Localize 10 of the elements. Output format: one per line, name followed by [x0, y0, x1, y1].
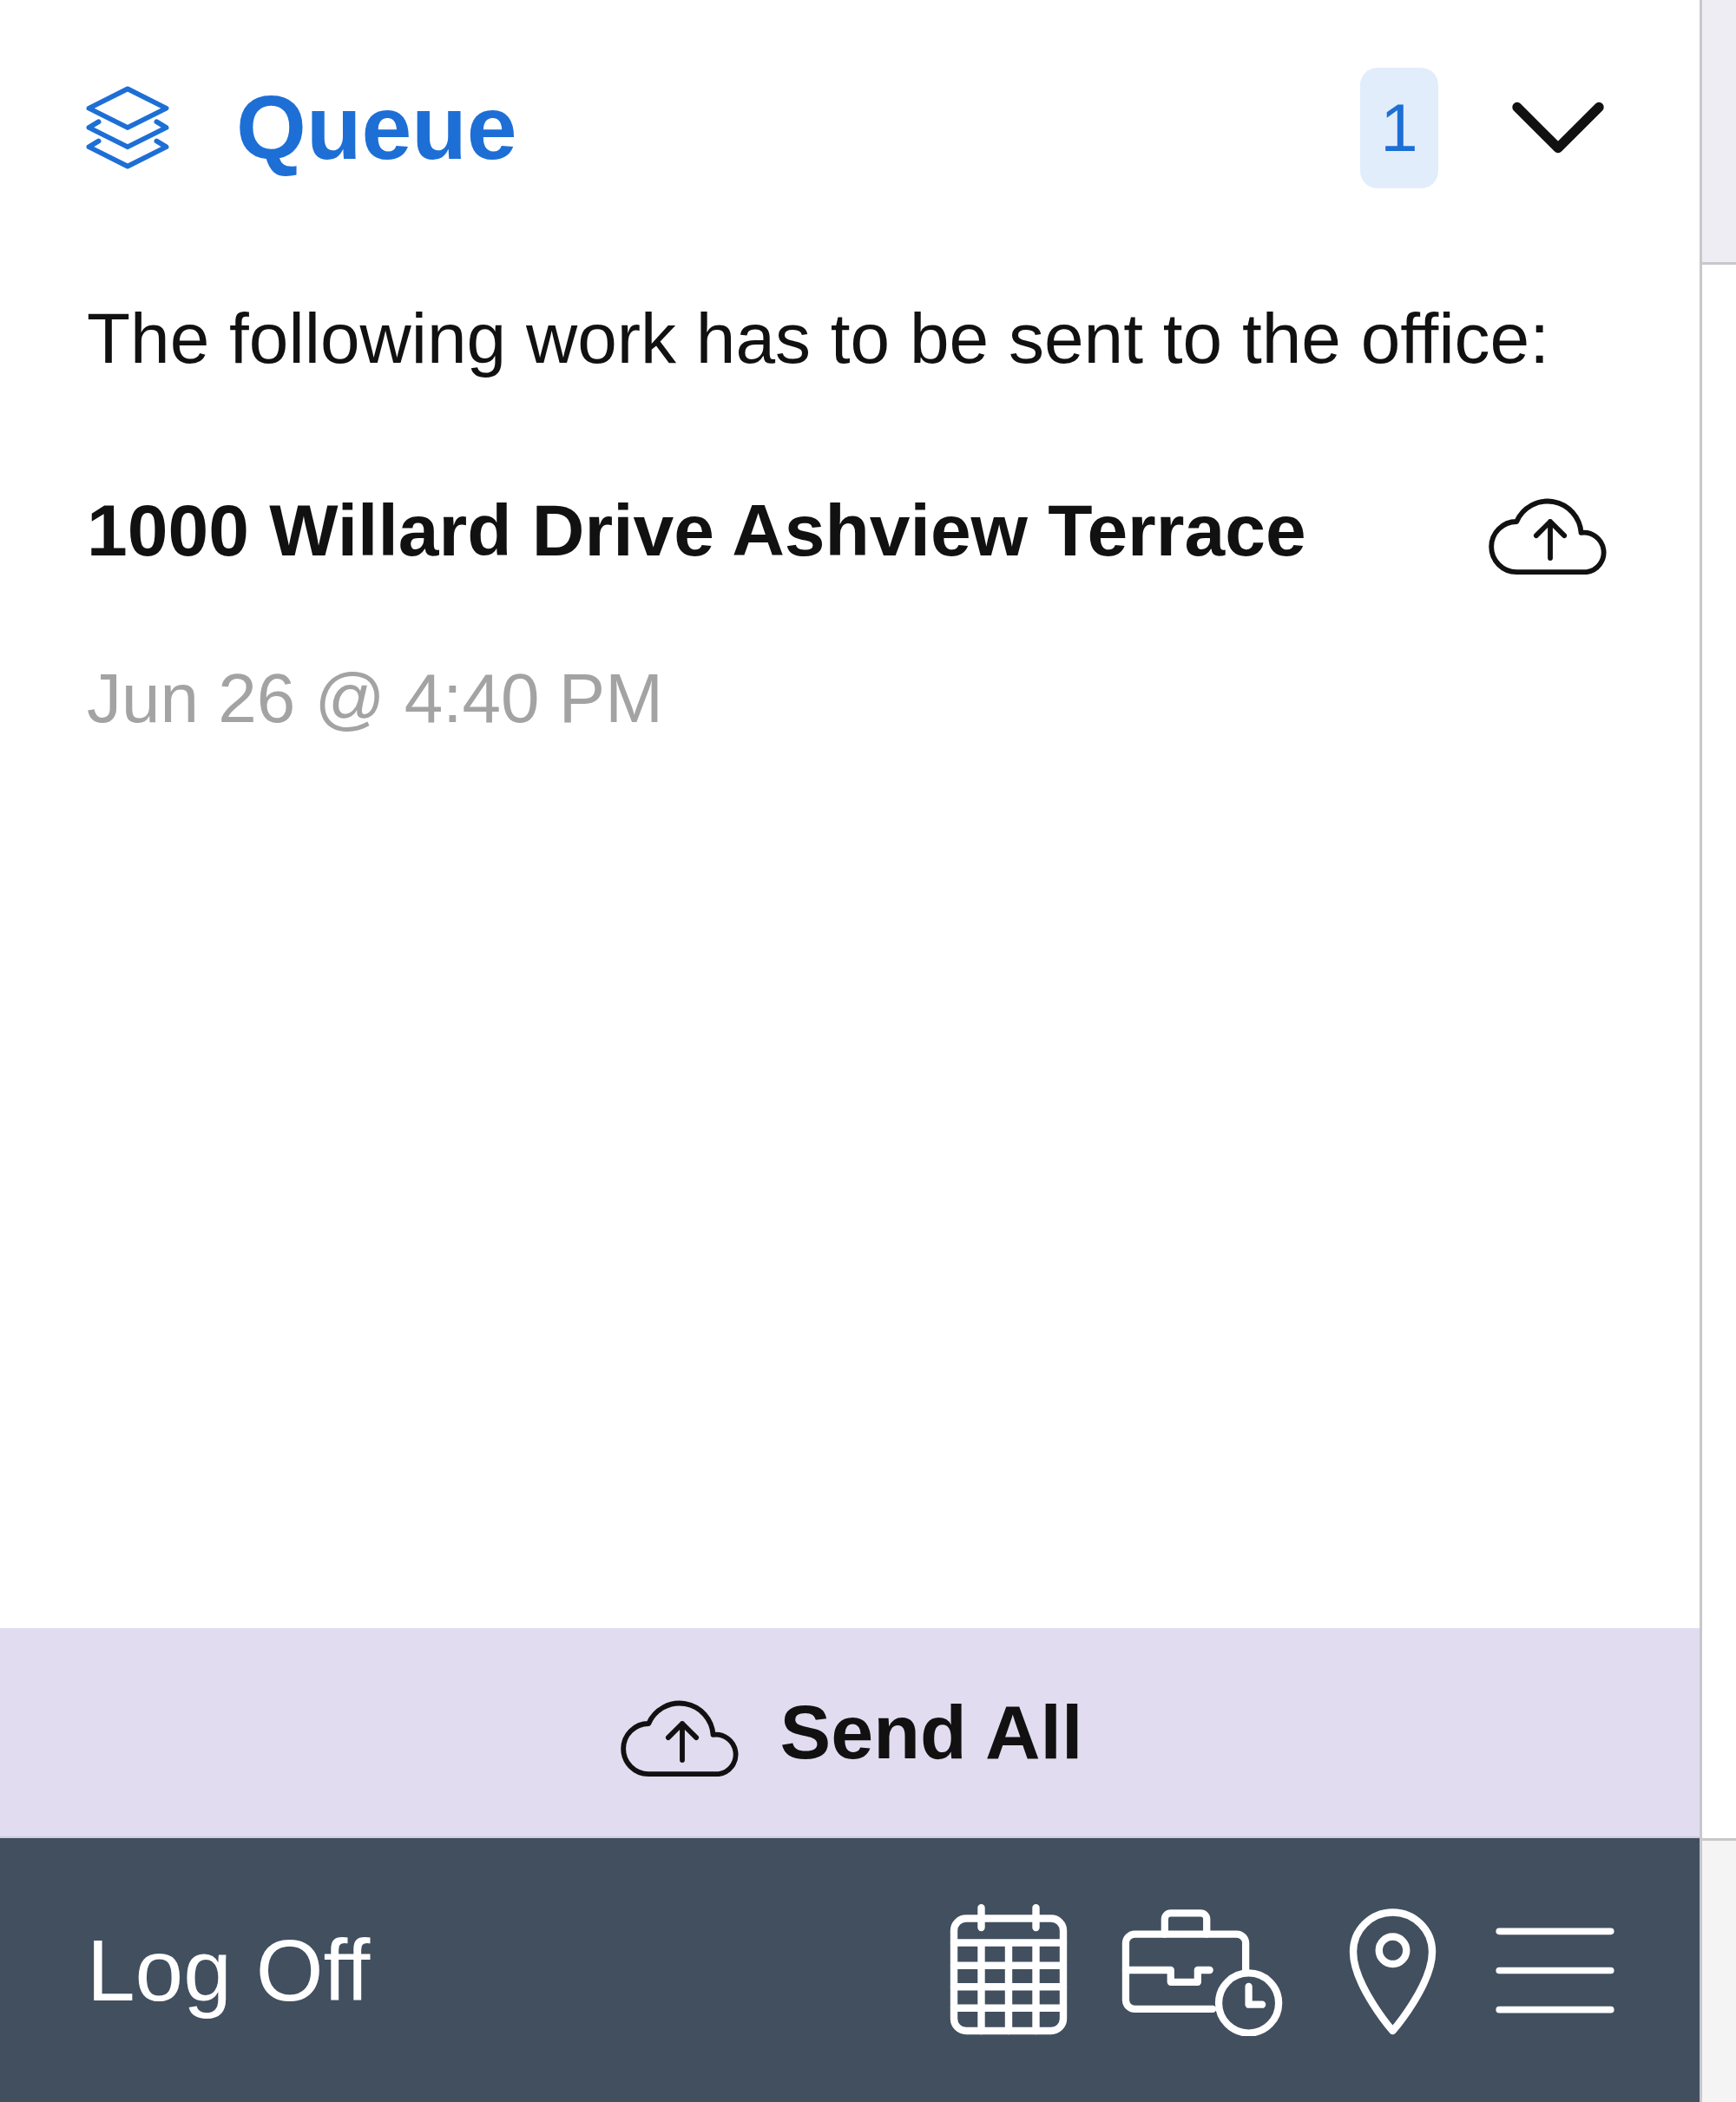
job-timestamp: Jun 26 @ 4:40 PM — [87, 659, 663, 738]
calendar-icon[interactable] — [948, 1903, 1069, 2037]
count-badge: 1 — [1360, 67, 1438, 188]
queue-message: The following work has to be sent to the office: — [87, 299, 1550, 378]
chevron-icon[interactable] — [1510, 101, 1606, 154]
job-title: 1000 Willard Drive Ashview Terrace — [87, 489, 1306, 573]
send-all-button[interactable]: Send All — [0, 1628, 1700, 1838]
log-off-button[interactable]: Log Off — [87, 1920, 371, 2020]
layers-icon — [84, 85, 171, 170]
queue-title: Queue — [236, 76, 517, 180]
